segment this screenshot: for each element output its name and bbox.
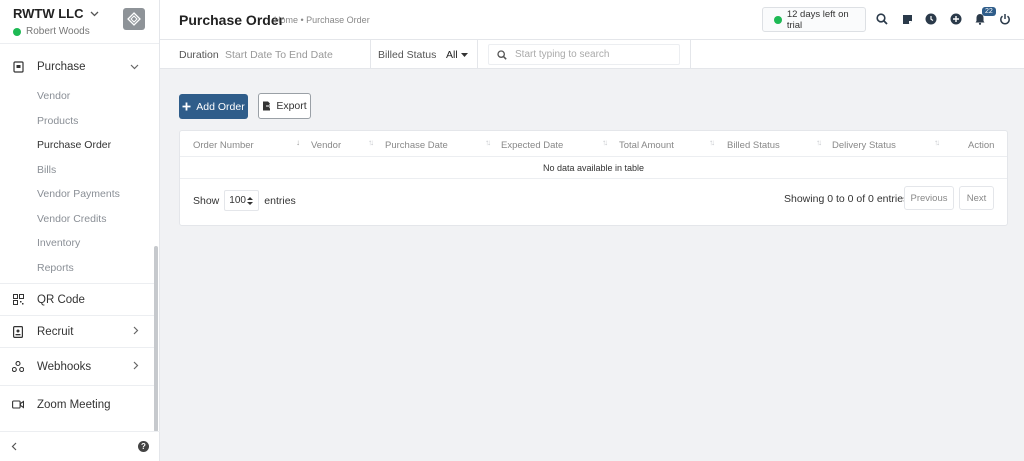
empty-table-message: No data available in table: [180, 157, 1007, 179]
sidebar-item-qr-code[interactable]: QR Code: [0, 283, 155, 315]
page-title: Purchase Order: [179, 12, 285, 28]
sidebar-item-purchase[interactable]: Purchase: [0, 50, 155, 84]
org-switcher[interactable]: RWTW LLC Robert Woods: [0, 0, 159, 44]
sort-icon: ↑↓: [934, 138, 940, 147]
qr-code-icon: [12, 294, 24, 306]
column-header-action: Action: [968, 140, 995, 151]
previous-page-button[interactable]: Previous: [904, 186, 954, 210]
sidebar-item-label: Webhooks: [37, 360, 92, 373]
sidebar-subitem-inventory[interactable]: Inventory: [0, 231, 155, 256]
table-info: Showing 0 to 0 of 0 entries: [784, 193, 909, 205]
export-icon: [263, 101, 273, 111]
billed-status-label: Billed Status: [378, 49, 437, 61]
duration-label: Duration: [179, 49, 219, 61]
online-status-dot: [13, 27, 21, 36]
column-header-expected-date[interactable]: Expected Date: [501, 140, 563, 151]
sidebar-subitem-bills[interactable]: Bills: [0, 158, 155, 183]
search-box: [488, 44, 680, 65]
sidebar-item-zoom-meeting[interactable]: Zoom Meeting: [0, 385, 155, 423]
page-length-select[interactable]: 100: [224, 190, 260, 211]
page-length-control: Show 100 entries: [193, 190, 296, 211]
divider: [477, 40, 478, 69]
sidebar-subitem-products[interactable]: Products: [0, 109, 155, 134]
app-logo-icon: [123, 8, 145, 30]
clock-icon[interactable]: [924, 12, 938, 26]
notes-icon[interactable]: [900, 12, 914, 26]
export-label: Export: [276, 100, 307, 112]
sidebar-item-label: Zoom Meeting: [37, 398, 111, 411]
billed-status-select[interactable]: All: [446, 49, 468, 61]
sidebar-subitem-vendor[interactable]: Vendor: [0, 84, 155, 109]
show-label: Show: [193, 194, 220, 207]
header: Purchase Order Home • Purchase Order 12 …: [160, 0, 1024, 40]
sidebar-nav: Purchase Vendor Products Purchase Order …: [0, 50, 155, 423]
trial-status-dot: [774, 15, 782, 24]
sidebar-subitem-vendor-payments[interactable]: Vendor Payments: [0, 182, 155, 207]
sort-icon: ↑↓: [602, 138, 608, 147]
chevron-right-icon: [133, 326, 139, 338]
sidebar-item-label: Recruit: [37, 325, 74, 338]
sidebar-scrollbar[interactable]: [154, 246, 158, 432]
collapse-sidebar-icon[interactable]: [11, 440, 17, 454]
search-icon[interactable]: [875, 12, 889, 26]
column-header-delivery-status[interactable]: Delivery Status: [832, 140, 896, 151]
purchase-order-table: Order Number ↓ Vendor ↑↓ Purchase Date ↑…: [179, 130, 1008, 226]
chevron-down-icon: [90, 11, 98, 16]
help-icon[interactable]: ?: [138, 441, 149, 452]
notifications-badge: 22: [982, 7, 996, 16]
column-header-billed-status[interactable]: Billed Status: [727, 140, 780, 151]
column-header-vendor[interactable]: Vendor: [311, 140, 341, 151]
column-header-order-number[interactable]: Order Number: [193, 140, 254, 151]
trial-text: 12 days left on trial: [786, 8, 849, 31]
sort-arrows-icon: [246, 196, 253, 205]
purchase-icon: [12, 61, 24, 73]
caret-down-icon: [460, 52, 468, 57]
sidebar-item-label: QR Code: [37, 293, 85, 306]
sidebar-footer: ?: [0, 431, 160, 461]
sidebar-subitem-purchase-order[interactable]: Purchase Order: [0, 133, 155, 158]
sidebar-item-recruit[interactable]: Recruit: [0, 315, 155, 347]
sort-icon: ↑↓: [709, 138, 715, 147]
add-order-label: Add Order: [196, 100, 245, 113]
trial-badge[interactable]: 12 days left on trial: [762, 7, 866, 32]
chevron-down-icon: [130, 61, 139, 73]
sidebar-item-label: Purchase: [37, 61, 86, 73]
table-header: Order Number ↓ Vendor ↑↓ Purchase Date ↑…: [180, 131, 1007, 157]
add-order-button[interactable]: Add Order: [179, 94, 248, 119]
sort-icon: ↑↓: [816, 138, 822, 147]
plus-icon: [182, 102, 191, 111]
sidebar: RWTW LLC Robert Woods Purchase Vendor Pr…: [0, 0, 160, 461]
add-circle-icon[interactable]: [949, 12, 963, 26]
export-button[interactable]: Export: [258, 93, 311, 119]
filter-bar: Duration Start Date To End Date Billed S…: [160, 40, 1024, 69]
sidebar-item-webhooks[interactable]: Webhooks: [0, 347, 155, 385]
next-page-button[interactable]: Next: [959, 186, 994, 210]
chevron-right-icon: [133, 361, 139, 373]
billed-status-value: All: [446, 49, 458, 61]
search-icon: [497, 49, 507, 60]
org-name: RWTW LLC: [13, 6, 84, 21]
sort-icon: ↓: [296, 138, 300, 147]
page-length-value: 100: [229, 195, 246, 206]
sort-icon: ↑↓: [485, 138, 491, 147]
video-icon: [12, 399, 24, 411]
user-name: Robert Woods: [26, 26, 90, 37]
webhooks-icon: [12, 361, 24, 373]
divider: [690, 40, 691, 69]
column-header-total-amount[interactable]: Total Amount: [619, 140, 674, 151]
badge-icon: [12, 325, 24, 338]
entries-label: entries: [264, 194, 296, 207]
divider: [370, 40, 371, 69]
column-header-purchase-date[interactable]: Purchase Date: [385, 140, 448, 151]
sidebar-subitem-reports[interactable]: Reports: [0, 256, 155, 281]
power-icon[interactable]: [998, 12, 1012, 26]
breadcrumb[interactable]: Home • Purchase Order: [274, 15, 370, 25]
duration-picker[interactable]: Start Date To End Date: [225, 49, 333, 61]
sidebar-subitem-vendor-credits[interactable]: Vendor Credits: [0, 207, 155, 232]
sort-icon: ↑↓: [368, 138, 374, 147]
search-input[interactable]: [515, 49, 675, 60]
